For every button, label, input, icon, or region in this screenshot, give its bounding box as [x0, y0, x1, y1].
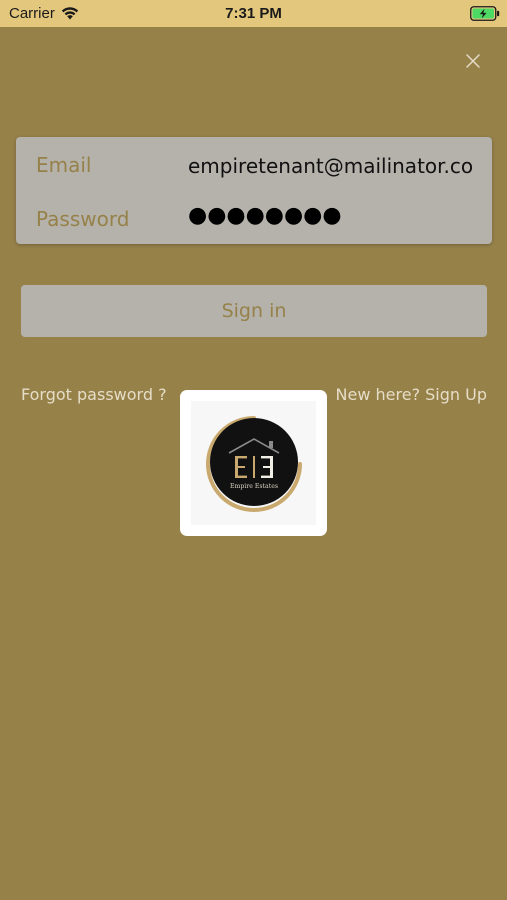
battery-charging-icon [470, 6, 500, 21]
close-icon[interactable] [463, 51, 483, 71]
forgot-password-link[interactable]: Forgot password ? [21, 385, 167, 404]
empire-estates-logo: Empire Estates [206, 416, 302, 512]
logo-text: Empire Estates [230, 483, 278, 490]
status-bar: Carrier 7:31 PM [0, 0, 507, 27]
logo-container: Empire Estates [191, 401, 316, 525]
email-label: Email [36, 153, 92, 177]
password-label: Password [36, 207, 130, 231]
login-form-card: Email Password ●●●●●●●● [16, 137, 492, 244]
logo-loading-popup: Empire Estates [180, 390, 327, 536]
sign-up-link[interactable]: New here? Sign Up [336, 385, 487, 404]
status-time: 7:31 PM [225, 5, 282, 22]
password-field[interactable]: ●●●●●●●● [188, 203, 474, 235]
sign-in-button[interactable]: Sign in [21, 285, 487, 337]
email-field[interactable] [188, 150, 474, 182]
